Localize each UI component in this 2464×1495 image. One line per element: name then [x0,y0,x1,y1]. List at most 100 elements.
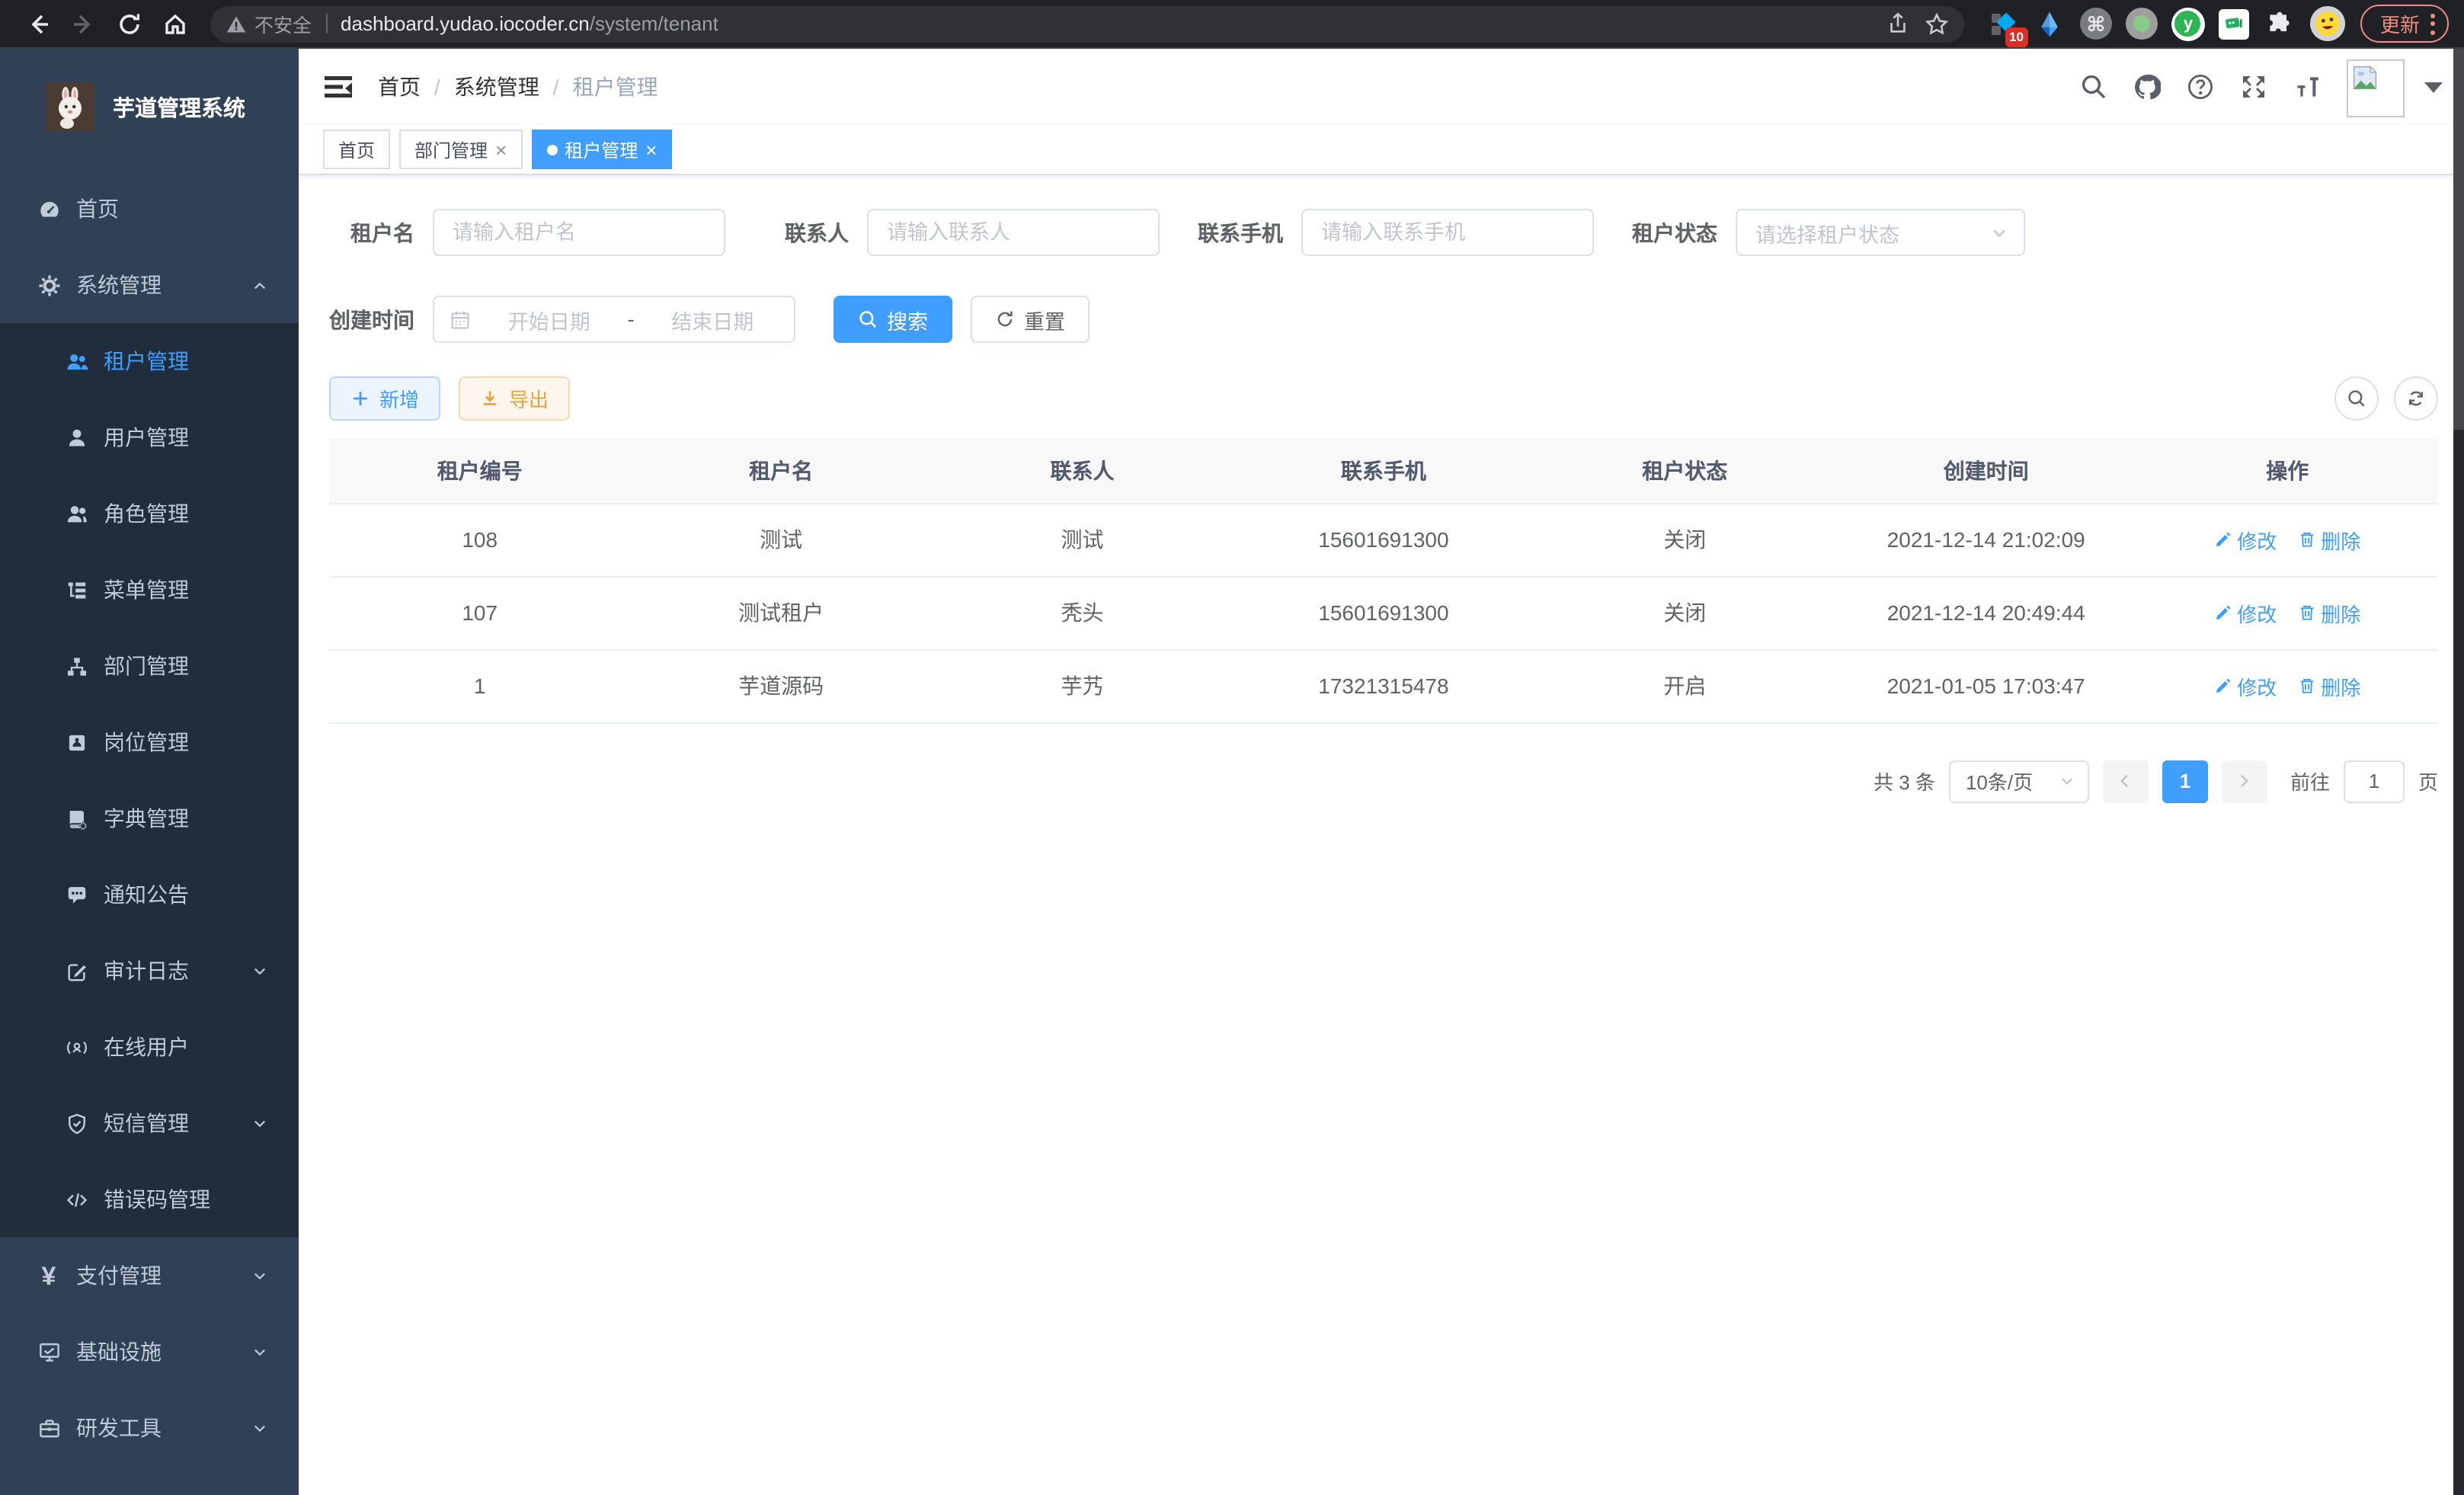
bookmark-star-icon[interactable] [1925,11,1949,36]
online-signal-icon [64,1035,88,1059]
extension-command-icon[interactable] [2080,8,2112,40]
sidebar-item-menu[interactable]: 菜单管理 [0,552,299,628]
reload-icon[interactable] [107,4,152,43]
toggle-search-button[interactable] [2334,376,2379,421]
page-size-value: 10条/页 [1966,767,2033,796]
sidebar-item-online-users[interactable]: 在线用户 [0,1009,299,1085]
edit-link[interactable]: 修改 [2214,671,2277,700]
avatar-caret-icon[interactable] [2424,82,2443,92]
update-button[interactable]: 更新 [2360,5,2449,43]
sidebar-item-label: 基础设施 [76,1337,162,1367]
tab-dept[interactable]: 部门管理 × [399,130,522,169]
dictionary-icon [64,806,88,831]
sidebar-item-dept[interactable]: 部门管理 [0,628,299,704]
contact-input[interactable] [867,209,1160,256]
next-page-button[interactable] [2222,760,2267,802]
back-icon[interactable] [15,4,61,43]
refresh-table-button[interactable] [2394,376,2438,421]
page-number-1[interactable]: 1 [2162,760,2208,802]
sidebar-item-notice[interactable]: 通知公告 [0,856,299,933]
extension-diamond-icon[interactable]: 10 [1986,7,2019,40]
sidebar-item-system[interactable]: 系统管理 [0,247,299,323]
cell-name: 测试 [630,503,931,576]
gear-icon [37,273,61,297]
delete-link[interactable]: 删除 [2298,598,2360,627]
status-placeholder: 请选择租户状态 [1755,217,1899,248]
sidebar-item-label: 审计日志 [104,956,189,986]
chevron-down-icon [251,1420,268,1437]
sidebar-item-infra[interactable]: 基础设施 [0,1314,299,1390]
trash-icon [2298,677,2316,695]
extension-kite-icon[interactable] [2033,7,2066,40]
share-icon[interactable] [1886,12,1909,35]
page-size-select[interactable]: 10条/页 [1949,760,2089,802]
reset-button[interactable]: 重置 [971,296,1090,343]
phone-input[interactable] [1301,209,1594,256]
tab-tenant[interactable]: 租户管理 × [531,130,672,169]
url-text: dashboard.yudao.iocoder.cn/system/tenant [341,12,1886,35]
tenant-name-input[interactable] [433,209,725,256]
chevron-down-icon [251,1268,268,1285]
add-button[interactable]: 新增 [329,376,440,421]
date-range-picker[interactable]: 开始日期 - 结束日期 [433,296,795,343]
search-button[interactable]: 搜索 [834,296,952,343]
sidebar-item-audit-log[interactable]: 审计日志 [0,933,299,1009]
sidebar-item-dict[interactable]: 字典管理 [0,780,299,856]
search-icon[interactable] [2080,73,2107,101]
delete-link[interactable]: 删除 [2298,671,2360,700]
sidebar-item-sms[interactable]: 短信管理 [0,1085,299,1161]
github-icon[interactable] [2133,73,2161,101]
status-select[interactable]: 请选择租户状态 [1736,209,2025,256]
edit-link[interactable]: 修改 [2214,525,2277,554]
table-toolbar: 新增 导出 [329,376,2438,421]
app-logo[interactable]: 芋道管理系统 [0,49,299,152]
close-icon[interactable]: × [645,139,657,159]
help-icon[interactable] [2187,73,2214,101]
breadcrumb-separator: / [434,75,440,99]
cell-phone: 15601691300 [1233,503,1534,576]
fullscreen-icon[interactable] [2240,73,2267,101]
sidebar-toggle-icon[interactable] [323,72,354,102]
extension-dot-icon[interactable] [2126,8,2158,40]
sidebar-item-dev-tools[interactable]: 研发工具 [0,1390,299,1466]
sidebar-item-user[interactable]: 用户管理 [0,399,299,475]
browser-menu-icon[interactable] [2430,13,2435,34]
delete-link[interactable]: 删除 [2298,525,2360,554]
reset-label: 重置 [1024,304,1065,335]
font-size-icon[interactable] [2293,73,2321,101]
prev-page-button[interactable] [2103,760,2149,802]
sidebar-item-role[interactable]: 角色管理 [0,475,299,552]
sidebar-item-error-code[interactable]: 错误码管理 [0,1161,299,1237]
url-bar[interactable]: 不安全 dashboard.yudao.iocoder.cn/system/te… [210,5,1964,42]
col-status: 租户状态 [1534,439,1835,503]
export-button[interactable]: 导出 [459,376,570,421]
breadcrumb-home[interactable]: 首页 [378,72,421,102]
chevron-up-icon [251,277,268,294]
refresh-icon [995,309,1015,329]
profile-avatar-icon[interactable] [2310,6,2345,41]
sidebar-item-label: 研发工具 [76,1413,162,1443]
tab-home[interactable]: 首页 [323,130,390,169]
page-scrollbar[interactable] [2453,49,2464,1495]
sidebar-item-label: 租户管理 [104,346,189,376]
cell-status: 关闭 [1534,576,1835,649]
sidebar-item-home[interactable]: 首页 [0,171,299,247]
breadcrumb-system[interactable]: 系统管理 [454,72,539,102]
extension-chat-icon[interactable] [2219,8,2249,39]
goto-page-input[interactable] [2344,760,2405,802]
sidebar: 芋道管理系统 首页 系统管理 租户管理 [0,49,299,1495]
sidebar-item-post[interactable]: 岗位管理 [0,704,299,780]
app-title: 芋道管理系统 [113,91,245,123]
close-icon[interactable]: × [495,139,507,159]
forward-icon[interactable] [61,4,107,43]
extensions-puzzle-icon[interactable] [2263,7,2296,40]
cell-created: 2021-01-05 17:03:47 [1835,649,2136,722]
site-security[interactable]: 不安全 [226,9,312,38]
extension-y-icon[interactable]: y [2171,7,2205,40]
home-icon[interactable] [152,4,198,43]
user-avatar[interactable] [2347,59,2405,117]
sidebar-item-payment[interactable]: ¥ 支付管理 [0,1237,299,1314]
sidebar-item-tenant[interactable]: 租户管理 [0,323,299,399]
edit-link[interactable]: 修改 [2214,598,2277,627]
page-unit: 页 [2418,767,2438,796]
